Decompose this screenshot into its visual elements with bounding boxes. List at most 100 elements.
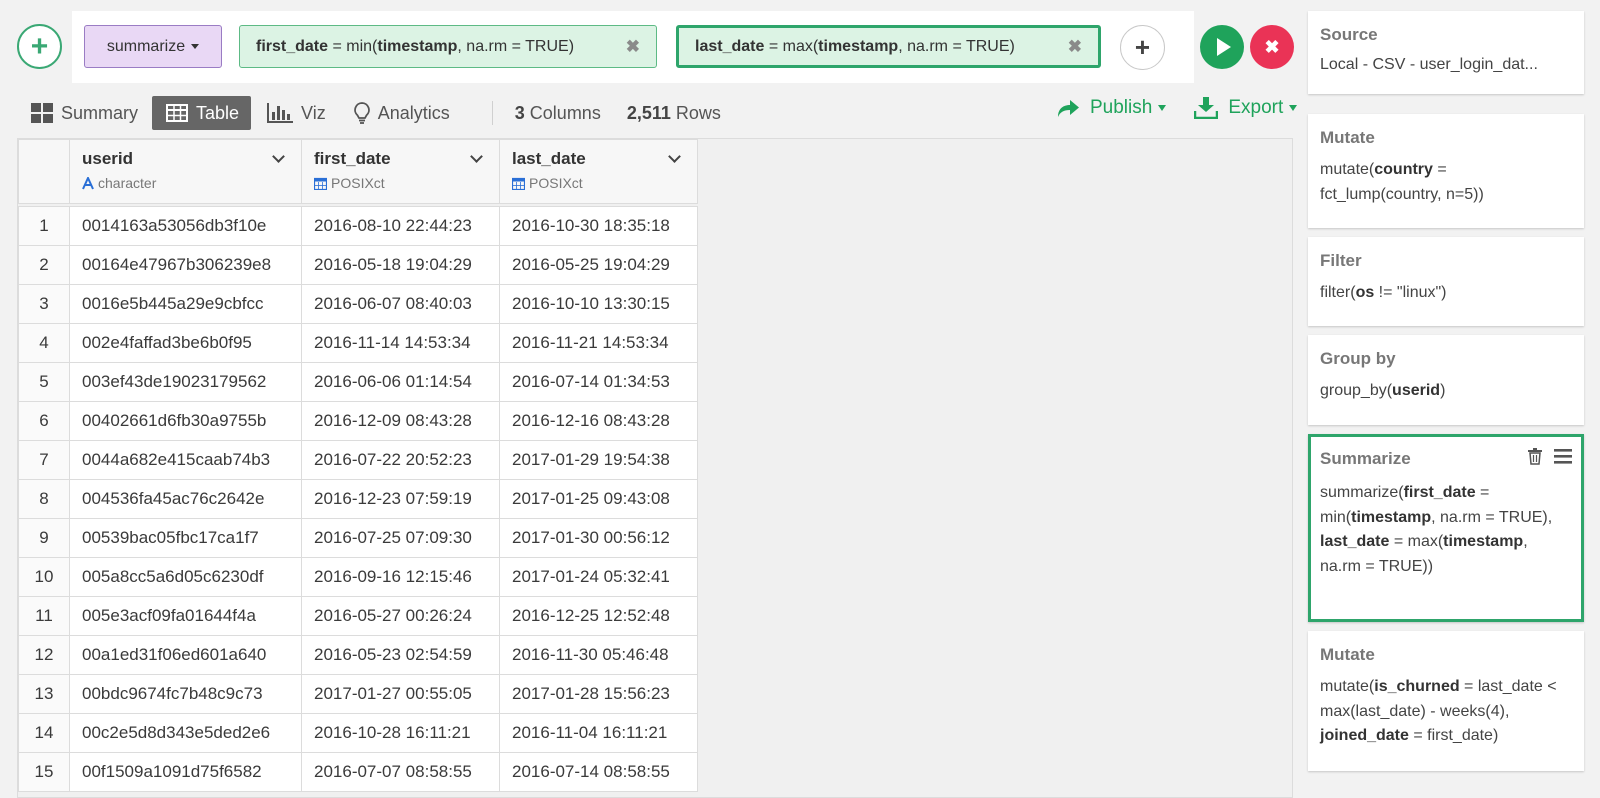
row-index: 5 [18,362,70,402]
chevron-down-icon[interactable] [668,149,681,163]
chevron-down-icon[interactable] [470,149,483,163]
remove-argument-icon[interactable]: ✖ [1068,37,1082,57]
step-summarize[interactable]: Summarize summarize(first_date = min(tim… [1308,434,1584,622]
export-button[interactable]: Export [1194,97,1298,119]
menu-icon[interactable] [1554,449,1572,469]
cell-last-date: 2016-05-25 19:04:29 [499,245,698,285]
cell-userid: 005e3acf09fa01644f4a [69,596,302,636]
cell-first-date: 2016-06-06 01:14:54 [301,362,500,402]
command-name: summarize [106,37,186,55]
table-row[interactable]: 1 0014163a53056db3f10e 2016-08-10 22:44:23… [18,206,698,246]
cell-first-date: 2016-05-27 00:26:24 [301,596,500,636]
cell-first-date: 2016-06-07 08:40:03 [301,284,500,324]
cell-last-date: 2016-11-21 14:53:34 [499,323,698,363]
cell-first-date: 2016-09-16 12:15:46 [301,557,500,597]
cell-userid: 002e4faffad3be6b0f95 [69,323,302,363]
row-index: 4 [18,323,70,363]
tab-summary[interactable]: Summary [17,96,150,130]
cancel-button[interactable]: ✖ [1250,25,1294,69]
cell-first-date: 2016-11-14 14:53:34 [301,323,500,363]
step-mutate-country[interactable]: Mutate mutate(country = fct_lump(country… [1308,114,1584,228]
add-step-button[interactable]: + [17,24,62,69]
table-row[interactable]: 15 00f1509a1091d75f6582 2016-07-07 08:58:5… [18,752,698,792]
table-row[interactable]: 4 002e4faffad3be6b0f95 2016-11-14 14:53:34… [18,323,698,363]
cell-userid: 00539bac05fbc17ca1f7 [69,518,302,558]
text-type-icon [82,176,94,190]
table-row[interactable]: 9 00539bac05fbc17ca1f7 2016-07-25 07:09:30… [18,518,698,558]
command-selector[interactable]: summarize [84,25,222,68]
publish-button[interactable]: Publish [1056,97,1167,119]
cell-last-date: 2016-07-14 01:34:53 [499,362,698,402]
table-row[interactable]: 10 005a8cc5a6d05c6230df 2016-09-16 12:15:4… [18,557,698,597]
step-body: summarize(first_date = min(timestamp, na… [1320,484,1553,575]
step-mutate-churned[interactable]: Mutate mutate(is_churned = last_date < m… [1308,631,1584,771]
row-index: 8 [18,479,70,519]
column-header-userid[interactable]: userid character [69,139,302,204]
cell-userid: 00a1ed31f06ed601a640 [69,635,302,675]
toolbar-divider [491,101,493,125]
table-row[interactable]: 12 00a1ed31f06ed601a640 2016-05-23 02:54:5… [18,635,698,675]
add-argument-button[interactable]: + [1120,25,1165,70]
step-group-by[interactable]: Group by group_by(userid) [1308,335,1584,425]
calendar-icon [314,177,327,190]
cell-first-date: 2016-12-09 08:43:28 [301,401,500,441]
cell-userid: 00164e47967b306239e8 [69,245,302,285]
table-row[interactable]: 2 00164e47967b306239e8 2016-05-18 19:04:29… [18,245,698,285]
tab-viz[interactable]: Viz [253,96,338,130]
table-icon [166,104,189,122]
table-row[interactable]: 8 004536fa45ac76c2642e 2016-12-23 07:59:19… [18,479,698,519]
row-index: 15 [18,752,70,792]
tab-table[interactable]: Table [152,96,252,130]
table-row[interactable]: 5 003ef43de19023179562 2016-06-06 01:14:54… [18,362,698,402]
cell-first-date: 2016-08-10 22:44:23 [301,206,500,246]
table-row[interactable]: 13 00bdc9674fc7b48c9c73 2017-01-27 00:55:0… [18,674,698,714]
row-index: 6 [18,401,70,441]
row-index: 11 [18,596,70,636]
argument-chip-last-date[interactable]: last_date = max(timestamp, na.rm = TRUE)… [676,25,1101,68]
bar-chart-icon [267,103,294,123]
step-title: Filter [1320,251,1362,270]
column-header-last-date[interactable]: last_date POSIXct [499,139,698,204]
row-index: 14 [18,713,70,753]
tab-analytics[interactable]: Analytics [340,96,462,130]
cell-first-date: 2016-05-23 02:54:59 [301,635,500,675]
column-header-first-date[interactable]: first_date POSIXct [301,139,500,204]
cell-userid: 0044a682e415caab74b3 [69,440,302,480]
trash-icon[interactable] [1528,448,1542,470]
cell-last-date: 2017-01-29 19:54:38 [499,440,698,480]
table-row[interactable]: 7 0044a682e415caab74b3 2016-07-22 20:52:23… [18,440,698,480]
step-body: filter(os != "linux") [1320,284,1447,301]
cell-userid: 0016e5b445a29e9cbfcc [69,284,302,324]
cell-userid: 005a8cc5a6d05c6230df [69,557,302,597]
chevron-down-icon[interactable] [272,149,285,163]
row-index: 10 [18,557,70,597]
cell-last-date: 2016-10-10 13:30:15 [499,284,698,324]
argument-chip-first-date[interactable]: first_date = min(timestamp, na.rm = TRUE… [239,25,657,68]
grid-icon [31,103,53,123]
cell-first-date: 2016-12-23 07:59:19 [301,479,500,519]
step-filter[interactable]: Filter filter(os != "linux") [1308,237,1584,326]
step-source[interactable]: Source Local - CSV - user_login_dat... [1308,11,1584,94]
argument-text: first_date = min(timestamp, na.rm = TRUE… [256,37,575,55]
cell-userid: 00402661d6fb30a9755b [69,401,302,441]
cell-first-date: 2016-07-07 08:58:55 [301,752,500,792]
cell-userid: 00bdc9674fc7b48c9c73 [69,674,302,714]
run-button[interactable] [1200,25,1244,69]
cell-userid: 00c2e5d8d343e5ded2e6 [69,713,302,753]
table-row[interactable]: 11 005e3acf09fa01644f4a 2016-05-27 00:26:2… [18,596,698,636]
row-count: 2,511 Rows [626,102,721,123]
table-row[interactable]: 14 00c2e5d8d343e5ded2e6 2016-10-28 16:11:2… [18,713,698,753]
table-row[interactable]: 6 00402661d6fb30a9755b 2016-12-09 08:43:28… [18,401,698,441]
remove-argument-icon[interactable]: ✖ [626,37,640,57]
step-body: Local - CSV - user_login_dat... [1320,56,1538,73]
cell-last-date: 2017-01-25 09:43:08 [499,479,698,519]
caret-down-icon [191,44,200,49]
step-body: mutate(country = fct_lump(country, n=5)) [1320,161,1484,203]
close-icon: ✖ [1264,36,1280,57]
cell-last-date: 2016-11-30 05:46:48 [499,635,698,675]
data-dimensions: 3 Columns 2,511 Rows [515,103,721,124]
cell-userid: 0014163a53056db3f10e [69,206,302,246]
cell-first-date: 2016-10-28 16:11:21 [301,713,500,753]
table-row[interactable]: 3 0016e5b445a29e9cbfcc 2016-06-07 08:40:03… [18,284,698,324]
step-title: Mutate [1320,645,1375,664]
